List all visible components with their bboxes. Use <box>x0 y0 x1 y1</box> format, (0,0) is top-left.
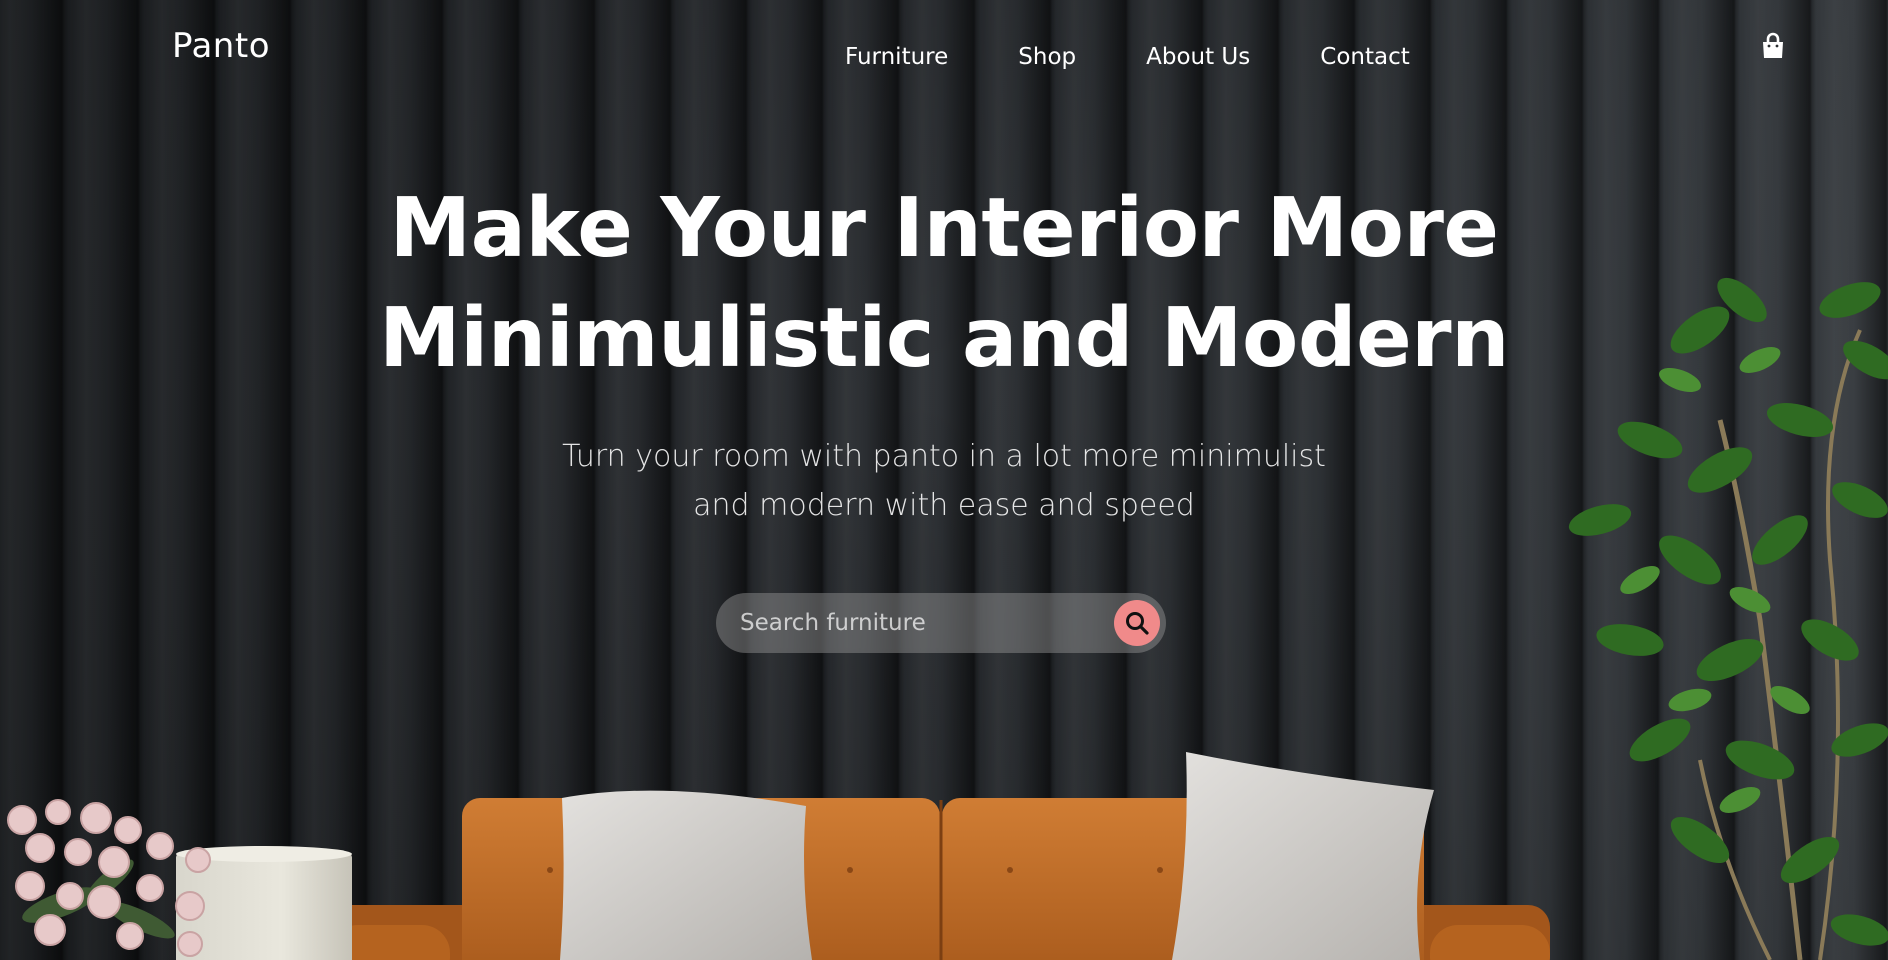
nav-item-shop[interactable]: Shop <box>1018 42 1076 72</box>
search-bar <box>716 593 1166 653</box>
hero-section: Panto Furniture Shop About Us Contact Ma… <box>0 0 1888 960</box>
nav-item-contact[interactable]: Contact <box>1320 42 1409 72</box>
shopping-bag-icon[interactable] <box>1760 32 1786 60</box>
search-icon <box>1126 612 1149 635</box>
hero-subtitle-line-1: Turn your room with panto in a lot more … <box>562 439 1326 474</box>
search-input[interactable] <box>738 593 1098 653</box>
search-button[interactable] <box>1114 600 1160 646</box>
hero-title-line-1: Make Your Interior More <box>389 181 1499 276</box>
nav-item-about-us[interactable]: About Us <box>1146 42 1250 72</box>
hero-title-line-2: Minimulistic and Modern <box>378 291 1510 386</box>
hero-subtitle: Turn your room with panto in a lot more … <box>0 432 1888 530</box>
hero-subtitle-line-2: and modern with ease and speed <box>693 488 1195 523</box>
main-nav: Furniture Shop About Us Contact <box>845 42 1410 72</box>
brand-logo-text[interactable]: Panto <box>172 26 270 66</box>
nav-item-furniture[interactable]: Furniture <box>845 42 948 72</box>
hero-title: Make Your Interior More Minimulistic and… <box>0 174 1888 394</box>
